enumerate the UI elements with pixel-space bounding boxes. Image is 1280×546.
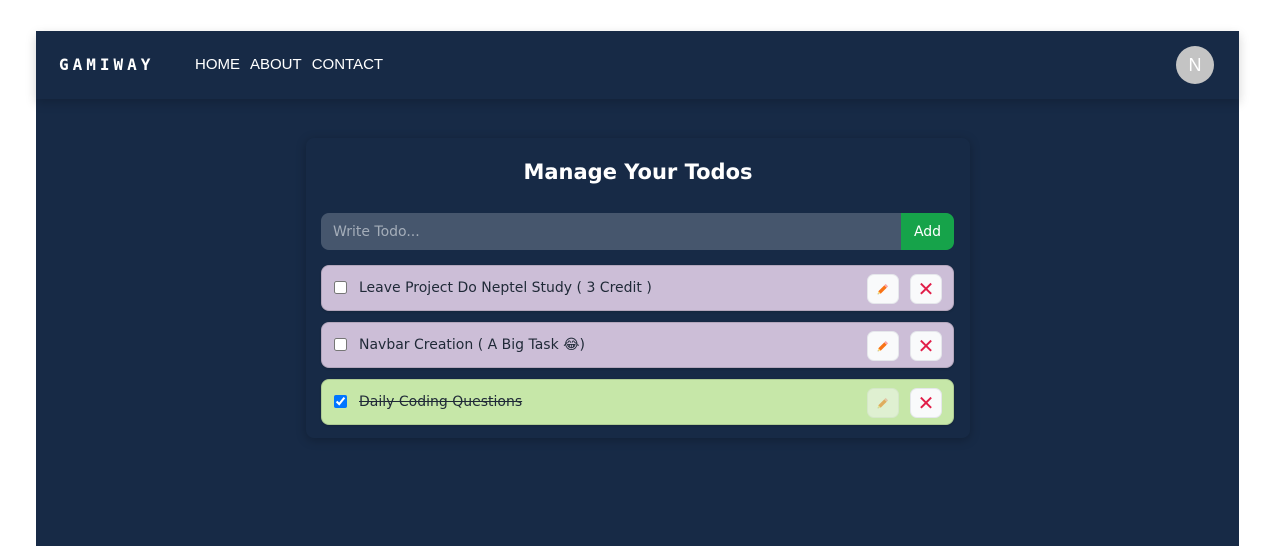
- delete-todo-button[interactable]: ✕: [910, 331, 942, 361]
- delete-todo-button[interactable]: ✕: [910, 274, 942, 304]
- todo-item: Daily Coding Questions ✕: [321, 379, 954, 425]
- todo-input-row: Add: [321, 213, 954, 250]
- edit-todo-button[interactable]: [867, 331, 899, 361]
- edit-todo-button[interactable]: [867, 388, 899, 418]
- app-container: GAMIWAY HOME ABOUT CONTACT N Manage Your…: [36, 31, 1239, 546]
- nav-link-contact[interactable]: CONTACT: [312, 56, 383, 73]
- todo-item: Leave Project Do Neptel Study ( 3 Credit…: [321, 265, 954, 311]
- todo-text: Leave Project Do Neptel Study ( 3 Credit…: [359, 280, 652, 296]
- todo-checkbox[interactable]: [334, 338, 347, 351]
- edit-todo-button[interactable]: [867, 274, 899, 304]
- delete-todo-button[interactable]: ✕: [910, 388, 942, 418]
- cross-icon: ✕: [917, 334, 935, 358]
- nav-link-about[interactable]: ABOUT: [250, 56, 302, 73]
- todo-checkbox[interactable]: [334, 395, 347, 408]
- navbar: GAMIWAY HOME ABOUT CONTACT N: [36, 31, 1239, 99]
- page-title: Manage Your Todos: [523, 160, 753, 184]
- nav-links: HOME ABOUT CONTACT: [195, 56, 383, 73]
- todo-item: Navbar Creation ( A Big Task 😂) ✕: [321, 322, 954, 368]
- cross-icon: ✕: [917, 391, 935, 415]
- todo-text: Daily Coding Questions: [359, 394, 523, 410]
- brand-logo[interactable]: GAMIWAY: [59, 55, 154, 74]
- todo-input[interactable]: [321, 213, 901, 250]
- pencil-icon: [877, 397, 889, 409]
- pencil-icon: [877, 340, 889, 352]
- add-todo-button[interactable]: Add: [901, 213, 954, 250]
- todo-card: Manage Your Todos Add Leave Project Do N…: [306, 138, 970, 438]
- pencil-icon: [877, 283, 889, 295]
- cross-icon: ✕: [917, 277, 935, 301]
- todo-text: Navbar Creation ( A Big Task 😂): [359, 337, 585, 353]
- nav-link-home[interactable]: HOME: [195, 56, 240, 73]
- user-avatar[interactable]: N: [1176, 46, 1214, 84]
- todo-checkbox[interactable]: [334, 281, 347, 294]
